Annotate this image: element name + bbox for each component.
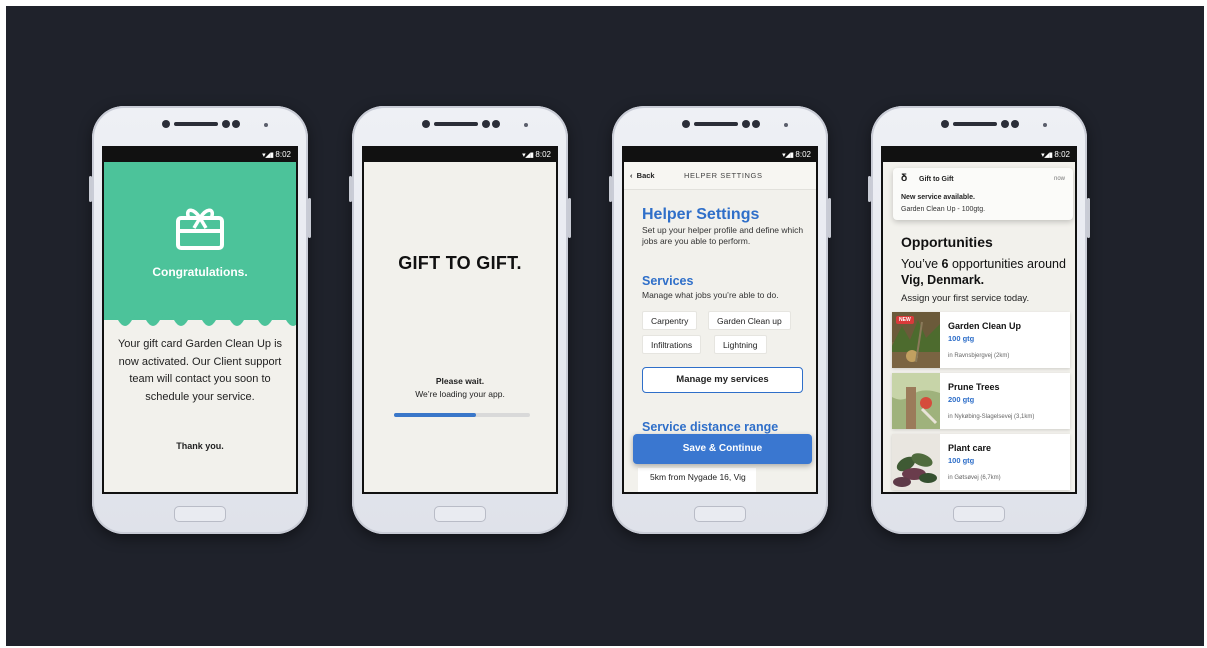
services-description: Manage what jobs you’re able to do. bbox=[642, 290, 779, 300]
card-price: 100 gtg bbox=[948, 456, 975, 465]
phone-side-button bbox=[308, 198, 311, 238]
signal-icon: ▾◢▮ bbox=[262, 152, 274, 159]
phone-speaker bbox=[352, 118, 568, 132]
notification-title: New service available. bbox=[901, 194, 975, 201]
status-bar: ▾◢▮ 8:02 bbox=[883, 148, 1075, 162]
navigation-bar: ‹ Back HELPER SETTINGS bbox=[624, 162, 816, 190]
screen: ▾◢▮ 8:02 GIFT TO GIFT. Please wait. We’re… bbox=[362, 146, 558, 494]
phone-helper-settings: ▾◢▮ 8:02 ‹ Back HELPER SETTINGS Helper Se… bbox=[609, 106, 831, 534]
phone-speaker bbox=[92, 118, 308, 132]
plant-care-photo bbox=[892, 434, 940, 490]
prune-trees-photo bbox=[892, 373, 940, 429]
signal-icon: ▾◢▮ bbox=[1041, 152, 1053, 159]
notification-text: Garden Clean Up - 100gtg. bbox=[901, 206, 986, 213]
card-location: in Nykøbing-Slagelsevej (3,1km) bbox=[948, 414, 1035, 420]
phone-loading: ▾◢▮ 8:02 GIFT TO GIFT. Please wait. We’re… bbox=[349, 106, 571, 534]
opportunity-card[interactable]: NEW Garden Clean Up 100 gtg in Ravnsbjer… bbox=[892, 312, 1070, 368]
summary-text: opportunities around bbox=[948, 257, 1066, 271]
status-time: 8:02 bbox=[795, 150, 811, 159]
opportunity-count: 6 bbox=[941, 257, 949, 271]
notification-app-name: Gift to Gift bbox=[919, 176, 954, 183]
service-chip[interactable]: Carpentry bbox=[642, 311, 698, 330]
congratulations-title: Congratulations. bbox=[152, 265, 248, 279]
home-button bbox=[694, 506, 746, 522]
phone-side-button bbox=[868, 176, 871, 202]
phone-speaker bbox=[612, 118, 828, 132]
service-chip[interactable]: Lightning bbox=[714, 335, 767, 354]
new-badge: NEW bbox=[896, 316, 914, 324]
services-heading: Services bbox=[642, 274, 694, 288]
home-button bbox=[174, 506, 226, 522]
status-time: 8:02 bbox=[535, 150, 551, 159]
please-wait-text: Please wait. bbox=[435, 376, 485, 386]
card-title: Plant care bbox=[948, 443, 992, 453]
nav-title: HELPER SETTINGS bbox=[684, 171, 763, 180]
back-button[interactable]: ‹ Back bbox=[630, 171, 655, 180]
screen: ▾◢▮ 8:02 ‹ Back HELPER SETTINGS Helper Se… bbox=[622, 146, 818, 494]
home-button bbox=[434, 506, 486, 522]
thank-you-text: Thank you. bbox=[176, 441, 224, 451]
phone-congratulations: ▾◢▮ 8:02 Congratulations. Your gift card … bbox=[89, 106, 311, 534]
page-title: Opportunities bbox=[901, 234, 993, 250]
opportunity-card[interactable]: Prune Trees 200 gtg in Nykøbing-Slagelse… bbox=[892, 373, 1070, 429]
screen: ▾◢▮ 8:02 Congratulations. Your gift card … bbox=[102, 146, 298, 494]
card-price: 200 gtg bbox=[948, 395, 975, 404]
loading-text: We’re loading your app. bbox=[415, 389, 505, 399]
back-label: Back bbox=[636, 171, 655, 180]
app-logo-text: GIFT TO GIFT. bbox=[398, 253, 522, 273]
save-continue-button[interactable]: Save & Continue bbox=[633, 434, 812, 464]
chevron-left-icon: ‹ bbox=[630, 171, 637, 180]
card-title: Garden Clean Up bbox=[948, 321, 1022, 331]
status-bar: ▾◢▮ 8:02 bbox=[624, 148, 816, 162]
signal-icon: ▾◢▮ bbox=[522, 152, 534, 159]
status-time: 8:02 bbox=[1054, 150, 1070, 159]
service-chip[interactable]: Garden Clean up bbox=[708, 311, 791, 330]
distance-range-heading: Service distance range bbox=[642, 420, 779, 434]
progress-fill bbox=[394, 413, 476, 417]
phone-side-button bbox=[89, 176, 92, 202]
status-bar: ▾◢▮ 8:02 bbox=[364, 148, 556, 162]
signal-icon: ▾◢▮ bbox=[782, 152, 794, 159]
header-panel: Congratulations. bbox=[104, 162, 296, 320]
location-name: Vig, Denmark. bbox=[901, 273, 985, 287]
wave-divider bbox=[104, 308, 296, 326]
summary-text: You’ve bbox=[901, 257, 942, 271]
distance-range-field[interactable]: 5km from Nygade 16, Vig bbox=[638, 468, 756, 492]
push-notification[interactable]: 𝛅 Gift to Gift now New service available… bbox=[893, 168, 1073, 220]
app-logo-icon: 𝛅 bbox=[901, 173, 908, 184]
status-bar: ▾◢▮ 8:02 bbox=[104, 148, 296, 162]
opportunities-summary: You’ve 6 opportunities around Vig, Denma… bbox=[901, 256, 1069, 288]
page-title: Helper Settings bbox=[642, 206, 760, 223]
card-location: in Gøtsøvej (6,7km) bbox=[948, 475, 1001, 481]
card-location: in Ravnsbjergvej (2km) bbox=[948, 353, 1010, 359]
home-button bbox=[953, 506, 1005, 522]
showcase-background: ▾◢▮ 8:02 Congratulations. Your gift card … bbox=[6, 6, 1204, 646]
card-price: 100 gtg bbox=[948, 334, 975, 343]
phone-side-button bbox=[349, 176, 352, 202]
screen: ▾◢▮ 8:02 Opportunities You’ve 6 opportuni… bbox=[881, 146, 1077, 494]
status-time: 8:02 bbox=[275, 150, 291, 159]
manage-services-button[interactable]: Manage my services bbox=[642, 367, 803, 393]
phone-speaker bbox=[871, 118, 1087, 132]
phone-side-button bbox=[828, 198, 831, 238]
opportunity-card[interactable]: Plant care 100 gtg in Gøtsøvej (6,7km) bbox=[892, 434, 1070, 490]
phone-side-button bbox=[1087, 198, 1090, 238]
card-title: Prune Trees bbox=[948, 382, 1000, 392]
phone-opportunities: ▾◢▮ 8:02 Opportunities You’ve 6 opportuni… bbox=[868, 106, 1090, 534]
intro-text: Set up your helper profile and define wh… bbox=[642, 225, 804, 246]
service-chip[interactable]: Infiltrations bbox=[642, 335, 702, 354]
assign-prompt: Assign your first service today. bbox=[901, 293, 1030, 304]
phone-side-button bbox=[568, 198, 571, 238]
gift-icon bbox=[176, 208, 224, 250]
loading-progress-bar bbox=[394, 413, 530, 417]
notification-time: now bbox=[1053, 176, 1065, 182]
phone-side-button bbox=[609, 176, 612, 202]
activation-message: Your gift card Garden Clean Up is now ac… bbox=[117, 338, 283, 403]
